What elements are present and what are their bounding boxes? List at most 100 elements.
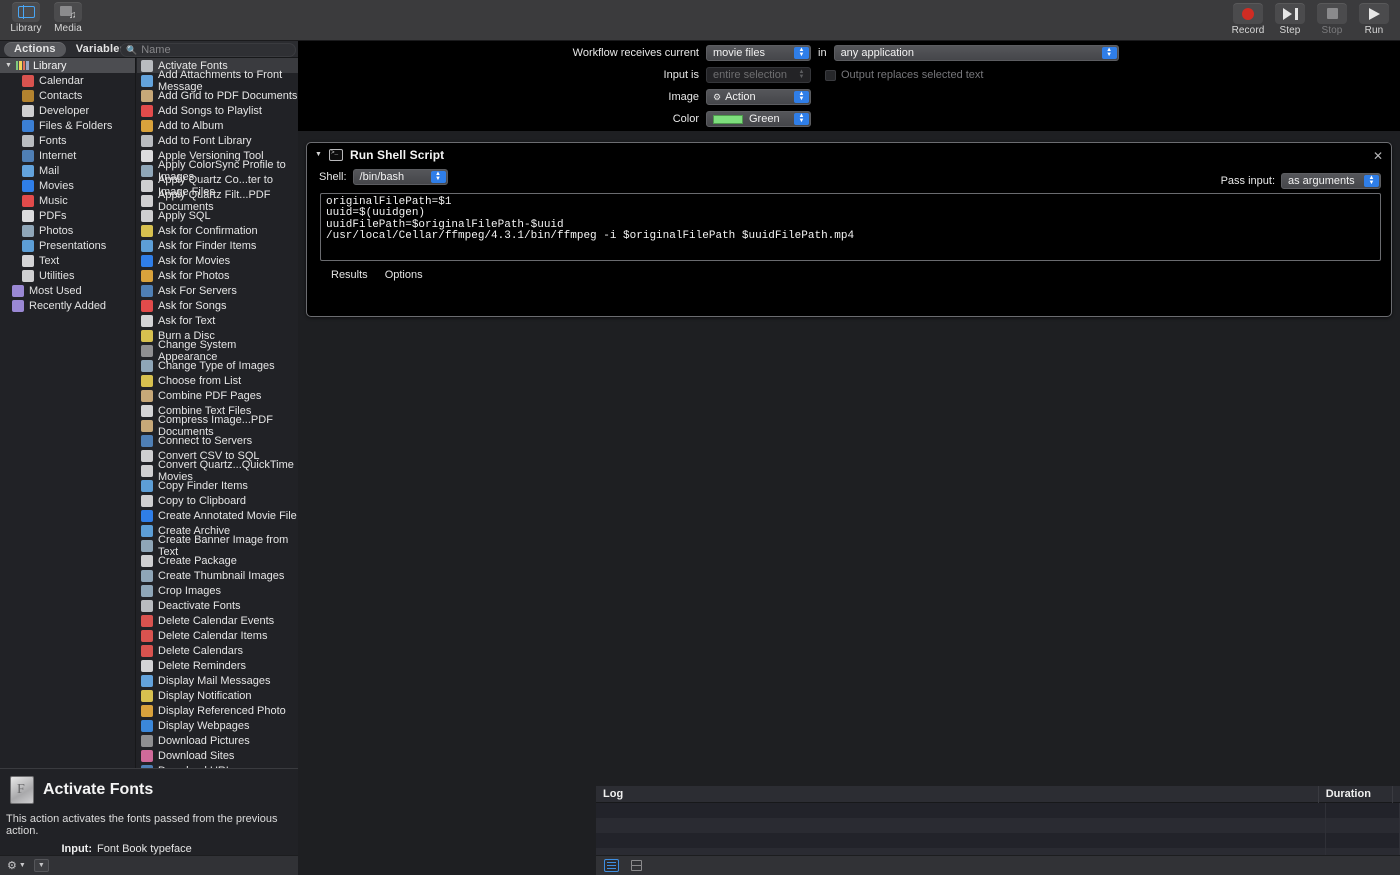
action-list-item[interactable]: Add Grid to PDF Documents xyxy=(137,88,298,103)
action-list-item[interactable]: Create Thumbnail Images xyxy=(137,568,298,583)
library-group-item[interactable]: Most Used xyxy=(0,283,135,298)
library-item[interactable]: Photos xyxy=(0,223,135,238)
run-button[interactable]: Run xyxy=(1356,3,1392,36)
duration-column-header[interactable]: Duration xyxy=(1319,786,1393,803)
action-list-item[interactable]: Ask for Photos xyxy=(137,268,298,283)
library-group-item[interactable]: Recently Added xyxy=(0,298,135,313)
action-list-item[interactable]: Apply Quartz Filt...PDF Documents xyxy=(137,189,298,213)
action-list-item[interactable]: Convert Quartz...QuickTime Movies xyxy=(137,459,298,483)
action-list-item[interactable]: Combine PDF Pages xyxy=(137,388,298,403)
action-list-item[interactable]: Deactivate Fonts xyxy=(137,598,298,613)
action-list-item[interactable]: Compress Image...PDF Documents xyxy=(137,414,298,438)
action-list-item[interactable]: Change System Appearance xyxy=(137,339,298,363)
action-list-item[interactable]: Create Annotated Movie File xyxy=(137,508,298,523)
library-item[interactable]: PDFs xyxy=(0,208,135,223)
action-list-item[interactable]: Delete Calendars xyxy=(137,643,298,658)
library-item-label: PDFs xyxy=(39,209,67,222)
image-select[interactable]: ⚙ Action ▲ ▼ xyxy=(706,89,811,105)
workflow-application-select[interactable]: any application ▲ ▼ xyxy=(833,45,1119,61)
library-item[interactable]: Mail xyxy=(0,163,135,178)
log-table-row[interactable] xyxy=(596,848,1400,855)
action-list-item[interactable]: Add Songs to Playlist xyxy=(137,103,298,118)
extra-column-header[interactable] xyxy=(1393,786,1400,803)
log-table-body[interactable] xyxy=(596,803,1400,855)
search-input[interactable]: 🔍 Name xyxy=(120,43,296,57)
tab-options[interactable]: Options xyxy=(385,269,423,281)
action-list-item[interactable]: Add Attachments to Front Message xyxy=(137,69,298,93)
disclosure-icon[interactable]: ▼ xyxy=(33,859,49,872)
action-list-item[interactable]: Ask For Servers xyxy=(137,283,298,298)
library-toggle-button[interactable]: Library xyxy=(8,2,44,34)
shell-select[interactable]: /bin/bash ▲ ▼ xyxy=(352,169,448,185)
library-item[interactable]: Text xyxy=(0,253,135,268)
stepper-icon: ▲ ▼ xyxy=(1101,47,1117,59)
workflow-receives-select[interactable]: movie files ▲ ▼ xyxy=(706,45,811,61)
action-list-item[interactable]: Delete Calendar Items xyxy=(137,628,298,643)
action-list-item[interactable]: Ask for Movies xyxy=(137,253,298,268)
color-select[interactable]: Green ▲ ▼ xyxy=(706,111,811,127)
media-toggle-button[interactable]: Media xyxy=(50,2,86,34)
library-item-icon xyxy=(22,119,34,132)
action-list-item[interactable]: Ask for Finder Items xyxy=(137,238,298,253)
library-item[interactable]: Contacts xyxy=(0,88,135,103)
action-item-label: Ask for Finder Items xyxy=(158,239,257,252)
triangle-down-icon[interactable]: ▼ xyxy=(315,151,322,158)
action-list-item[interactable]: Ask for Text xyxy=(137,313,298,328)
action-list-item[interactable]: Download Sites xyxy=(137,748,298,763)
settings-menu-button[interactable]: ⚙ ▼ xyxy=(7,859,26,872)
library-item[interactable]: Calendar xyxy=(0,73,135,88)
action-list-item[interactable]: Display Notification xyxy=(137,688,298,703)
library-item[interactable]: Utilities xyxy=(0,268,135,283)
output-replaces-checkbox-row: Output replaces selected text xyxy=(825,69,983,81)
record-button[interactable]: Record xyxy=(1230,3,1266,36)
log-table-row[interactable] xyxy=(596,833,1400,848)
action-list-item[interactable]: Download Pictures xyxy=(137,733,298,748)
split-view-icon[interactable] xyxy=(629,859,644,872)
action-list-item[interactable]: Delete Calendar Events xyxy=(137,613,298,628)
action-list-item[interactable]: Choose from List xyxy=(137,373,298,388)
library-tree-header[interactable]: ▼ Library xyxy=(0,58,135,73)
folder-icon xyxy=(12,284,24,297)
script-editor[interactable]: originalFilePath=$1 uuid=$(uuidgen) uuid… xyxy=(320,193,1381,261)
close-icon[interactable]: ✕ xyxy=(1373,149,1383,163)
action-item-label: Add Songs to Playlist xyxy=(158,104,262,117)
input-is-value: entire selection xyxy=(713,69,787,81)
action-list-item[interactable]: Delete Reminders xyxy=(137,658,298,673)
log-table-row[interactable] xyxy=(596,803,1400,818)
color-label: Color xyxy=(672,113,699,125)
log-table-row[interactable] xyxy=(596,818,1400,833)
library-item[interactable]: Developer xyxy=(0,103,135,118)
action-list-item[interactable]: Crop Images xyxy=(137,583,298,598)
tab-actions[interactable]: Actions xyxy=(4,41,66,57)
library-item[interactable]: Presentations xyxy=(0,238,135,253)
action-list-item[interactable]: Add to Album xyxy=(137,118,298,133)
list-view-icon[interactable] xyxy=(604,859,619,872)
step-button[interactable]: Step xyxy=(1272,3,1308,36)
action-list-item[interactable]: Display Referenced Photo xyxy=(137,703,298,718)
library-item[interactable]: Internet xyxy=(0,148,135,163)
action-list-item[interactable]: Display Webpages xyxy=(137,718,298,733)
action-list-item[interactable]: Ask for Confirmation xyxy=(137,223,298,238)
pass-input-select[interactable]: as arguments ▲ ▼ xyxy=(1281,173,1381,189)
action-list[interactable]: Activate Fonts Add Attachments to Front M… xyxy=(137,58,298,768)
action-item-label: Delete Calendar Items xyxy=(158,629,268,642)
library-item[interactable]: Music xyxy=(0,193,135,208)
media-icon xyxy=(54,2,82,22)
action-list-item[interactable]: Display Mail Messages xyxy=(137,673,298,688)
action-list-item[interactable]: Create Banner Image from Text xyxy=(137,534,298,558)
action-item-icon xyxy=(141,449,153,462)
log-column-header[interactable]: Log xyxy=(596,786,1319,803)
action-list-item[interactable]: Change Type of Images xyxy=(137,358,298,373)
action-item-label: Ask for Text xyxy=(158,314,216,327)
action-list-item[interactable]: Copy to Clipboard xyxy=(137,493,298,508)
action-list-item[interactable]: Add to Font Library xyxy=(137,133,298,148)
stop-button[interactable]: Stop xyxy=(1314,3,1350,36)
library-item[interactable]: Movies xyxy=(0,178,135,193)
font-file-icon xyxy=(10,776,34,804)
action-list-item[interactable]: Ask for Songs xyxy=(137,298,298,313)
library-item[interactable]: Files & Folders xyxy=(0,118,135,133)
tab-results[interactable]: Results xyxy=(331,269,368,281)
library-item[interactable]: Fonts xyxy=(0,133,135,148)
library-item-icon xyxy=(22,194,34,207)
library-item-icon xyxy=(22,74,34,87)
